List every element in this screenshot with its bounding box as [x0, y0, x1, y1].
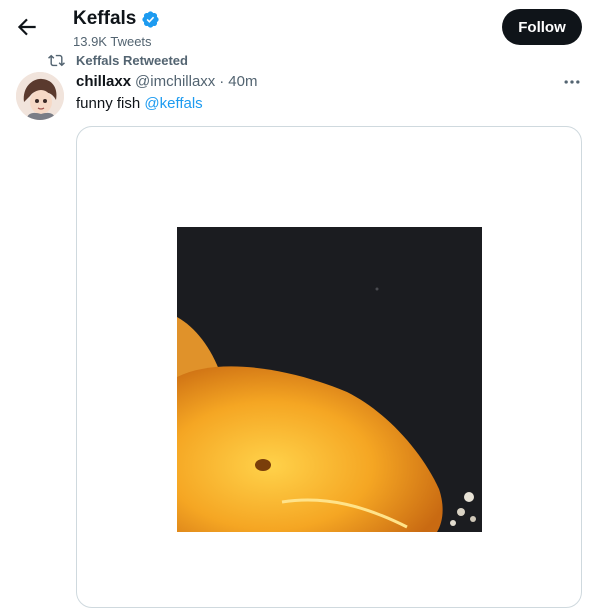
meta-separator: · — [219, 73, 225, 90]
profile-title-row: Keffals — [73, 8, 160, 30]
mention-link[interactable]: @keffals — [144, 95, 202, 112]
retweeted-label[interactable]: Keffals Retweeted — [76, 53, 188, 68]
tweet-text: funny fish @keffals — [76, 95, 203, 112]
video-player[interactable] — [177, 227, 482, 532]
author-handle[interactable]: @imchillaxx — [135, 73, 215, 90]
tweet-count: 13.9K Tweets — [73, 34, 152, 49]
follow-button[interactable]: Follow — [502, 9, 582, 45]
tweet-body: funny fish — [76, 95, 145, 112]
tweet-time[interactable]: 40m — [228, 73, 257, 90]
profile-name: Keffals — [73, 8, 137, 29]
more-options-icon — [564, 80, 580, 84]
tweet-author-row: chillaxx @imchillaxx · 40m — [76, 73, 257, 90]
arrow-left-icon — [17, 18, 36, 36]
more-options-button[interactable] — [562, 72, 582, 92]
author-name[interactable]: chillaxx — [76, 73, 131, 90]
back-button[interactable] — [14, 14, 40, 40]
avatar[interactable] — [16, 72, 64, 120]
avatar-image — [16, 72, 64, 120]
media-card[interactable] — [76, 126, 582, 608]
retweet-icon — [48, 52, 65, 69]
goldfish-video-frame — [177, 227, 482, 532]
verified-badge-icon — [141, 10, 160, 29]
